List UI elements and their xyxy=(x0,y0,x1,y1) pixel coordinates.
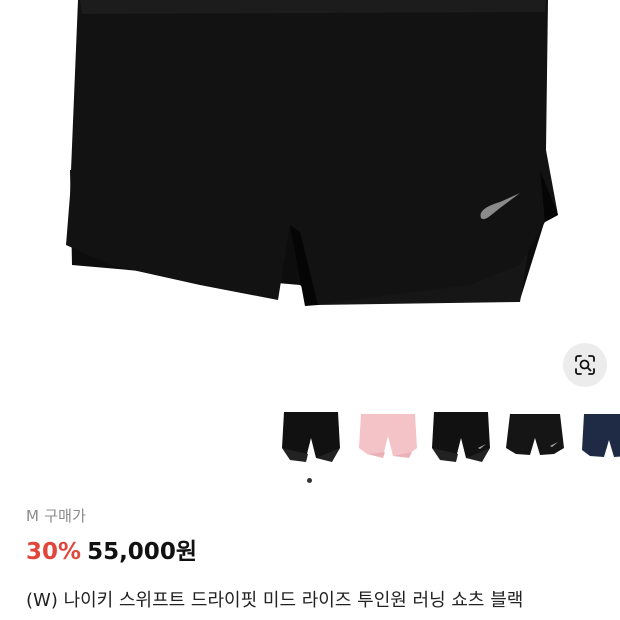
thumbnail-shorts-icon xyxy=(582,414,620,457)
thumbnail-shorts-icon xyxy=(282,412,340,462)
sale-price: 55,000원 xyxy=(87,539,197,565)
discount-rate: 30% xyxy=(26,539,82,565)
thumbnail-5[interactable] xyxy=(578,408,620,470)
thumbnail-2[interactable] xyxy=(357,408,419,470)
price-row: 30% 55,000원 xyxy=(26,532,197,566)
carousel-indicator xyxy=(307,478,312,483)
product-title: (W) 나이키 스위프트 드라이핏 미드 라이즈 투인원 러닝 쇼츠 블랙 xyxy=(26,590,524,611)
thumbnail-shorts-icon xyxy=(506,414,564,455)
thumbnail-1[interactable] xyxy=(280,408,342,470)
image-search-icon xyxy=(575,355,595,375)
shorts-illustration xyxy=(66,0,558,306)
thumbnail-strip xyxy=(0,408,620,470)
thumbnail-shorts-icon xyxy=(432,412,490,462)
thumbnail-shorts-icon xyxy=(359,414,417,458)
shorts-shell xyxy=(66,0,558,305)
product-image[interactable] xyxy=(0,0,620,400)
buy-price-label: M 구매가 xyxy=(26,507,87,525)
thumbnail-3[interactable] xyxy=(430,408,492,470)
image-search-button[interactable] xyxy=(563,343,607,387)
thumbnail-4[interactable] xyxy=(504,408,566,470)
